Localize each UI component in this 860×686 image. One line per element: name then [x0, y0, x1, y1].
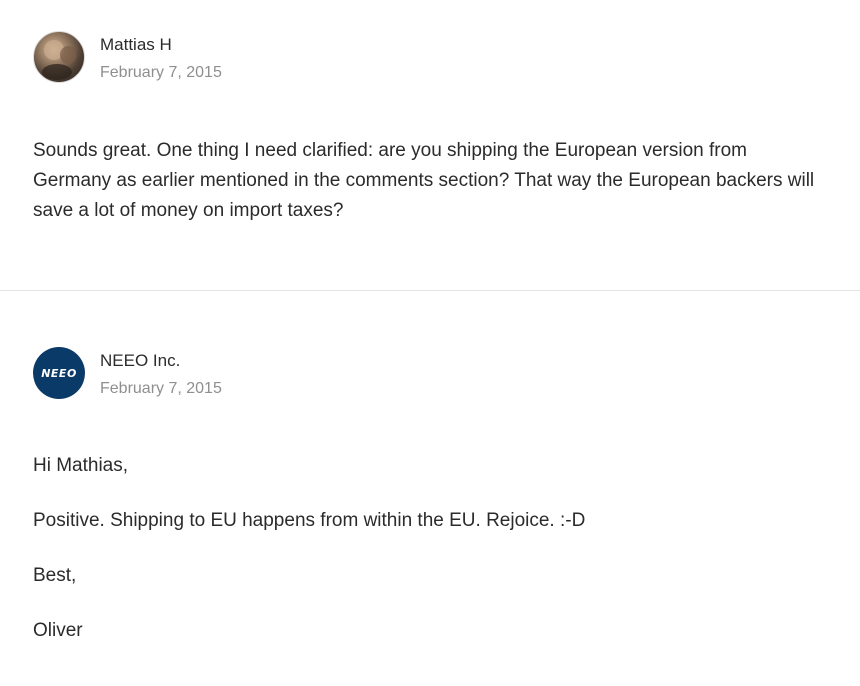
comment-paragraph: Hi Mathias, — [33, 455, 129, 476]
comment-meta: Mattias H February 7, 2015 — [100, 31, 222, 84]
comment-header: NEEO NEEO Inc. February 7, 2015 — [33, 347, 830, 401]
avatar-photo-detail — [60, 46, 76, 64]
comment-header: Mattias H February 7, 2015 — [33, 31, 830, 85]
comment-body: Hi Mathias, Positive. Shipping to EU hap… — [33, 451, 830, 646]
comment-date: February 7, 2015 — [100, 64, 222, 81]
comment-paragraph: Oliver — [33, 620, 83, 641]
avatar[interactable]: NEEO — [33, 347, 85, 399]
comment-meta: NEEO Inc. February 7, 2015 — [100, 347, 222, 400]
comments-thread: Mattias H February 7, 2015 Sounds great.… — [0, 0, 860, 686]
comment-paragraph: Sounds great. One thing I need clarified… — [33, 140, 815, 221]
comment: Mattias H February 7, 2015 Sounds great.… — [0, 31, 860, 251]
avatar-photo-detail — [42, 64, 72, 80]
avatar[interactable] — [33, 31, 85, 83]
comment-body: Sounds great. One thing I need clarified… — [33, 136, 830, 226]
comment-paragraph: Positive. Shipping to EU happens from wi… — [33, 510, 586, 531]
neeo-logo-icon: NEEO — [41, 366, 77, 380]
comment-date: February 7, 2015 — [100, 380, 222, 397]
author-name[interactable]: Mattias H — [100, 33, 222, 57]
comment-divider — [0, 290, 860, 291]
author-name[interactable]: NEEO Inc. — [100, 349, 222, 373]
comment-paragraph: Best, — [33, 565, 77, 586]
comment: NEEO NEEO Inc. February 7, 2015 Hi Mathi… — [0, 347, 860, 671]
